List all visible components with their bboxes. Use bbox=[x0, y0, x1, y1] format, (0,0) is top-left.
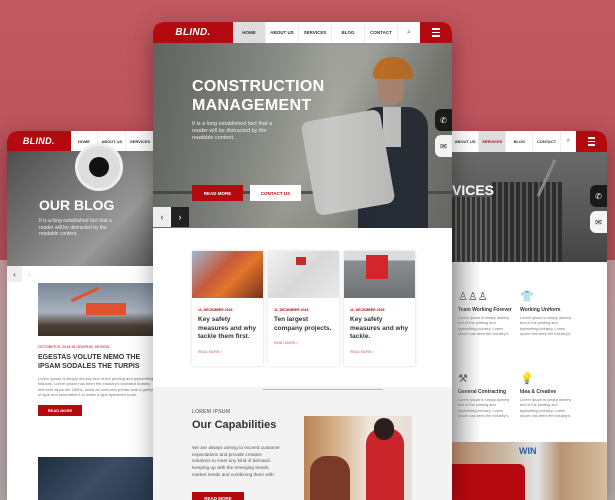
bottom-image: WIN bbox=[452, 442, 607, 500]
bearded-man bbox=[310, 456, 350, 500]
services-page-mockup: ABOUT US SERVICES BLOG CONTACT ⌕ VICES ✆… bbox=[452, 131, 607, 500]
hero-text: It is a long established fact that a rea… bbox=[192, 121, 273, 141]
excavator-arm bbox=[70, 286, 100, 303]
news-card[interactable]: 11, DECEMBER 2018 Ten largest company pr… bbox=[268, 251, 339, 366]
post-date: OCTOBER 5, 2018 IN GRAPHIC DESIGN bbox=[38, 345, 110, 349]
post-title[interactable]: EGESTAS VOLUTE NEMO THE IPSAM SODALES TH… bbox=[38, 353, 154, 371]
card-image bbox=[192, 251, 263, 298]
nav-item-blog[interactable]: BLOG bbox=[506, 131, 534, 152]
card-read-more-link[interactable]: READ MORE > bbox=[274, 341, 339, 345]
building-image bbox=[492, 182, 562, 262]
read-more-button[interactable]: READ MORE bbox=[192, 185, 243, 201]
nav-item-contact[interactable]: CONTACT bbox=[365, 22, 398, 43]
nav-item-about[interactable]: ABOUT US bbox=[266, 22, 299, 43]
blog-post: OCTOBER 5, 2018 IN GRAPHIC DESIGN EGESTA… bbox=[38, 283, 154, 417]
nav-item-contact[interactable]: CONTACT bbox=[533, 131, 561, 152]
post-image bbox=[38, 283, 154, 336]
capabilities-read-more-button[interactable]: READ MORE bbox=[192, 492, 244, 500]
capabilities-text: We are always aiming to exceed customer … bbox=[192, 445, 280, 477]
news-card[interactable]: 11, DECEMBER 2018 Key safety measures an… bbox=[192, 251, 263, 366]
woman-hair bbox=[374, 418, 394, 440]
card-image bbox=[344, 251, 415, 298]
capabilities-section: LOREM IPSUM Our Capabilities We are alwa… bbox=[153, 387, 452, 500]
slider-arrows: ‹ › bbox=[153, 207, 189, 227]
nav-item-blog[interactable]: BLOG bbox=[332, 22, 365, 43]
nav-bar: ABOUT US SERVICES BLOG CONTACT ⌕ bbox=[452, 131, 607, 152]
nav-item-home[interactable]: HOME bbox=[233, 22, 266, 43]
service-text: Lorem Ipsum is simply dummy text of the … bbox=[520, 316, 572, 336]
side-contact-tabs: ✆ ✉ bbox=[435, 109, 452, 157]
card-title[interactable]: Key safety measures and why tackle. bbox=[350, 316, 412, 342]
capabilities-title: Our Capabilities bbox=[192, 419, 277, 431]
search-icon[interactable]: ⌕ bbox=[561, 131, 576, 152]
news-cards: 11, DECEMBER 2018 Key safety measures an… bbox=[192, 251, 415, 366]
search-icon[interactable]: ⌕ bbox=[398, 22, 420, 43]
services-hero: VICES ✆ ✉ bbox=[452, 152, 607, 262]
nav-item-services[interactable]: SERVICES bbox=[299, 22, 332, 43]
hero-title: CONSTRUCTION MANAGEMENT bbox=[192, 78, 325, 114]
blueprint-line bbox=[263, 389, 383, 409]
phone-icon[interactable]: ✆ bbox=[590, 185, 607, 207]
contact-us-button[interactable]: CONTACT US bbox=[250, 185, 301, 201]
card-date: 11, DECEMBER 2018 bbox=[350, 308, 385, 312]
building-image bbox=[452, 197, 492, 262]
read-more-button[interactable]: READ MORE bbox=[38, 405, 82, 417]
team-photo bbox=[304, 416, 412, 500]
blog-hero-text: It is a long established fact that a rea… bbox=[39, 218, 112, 237]
red-block bbox=[452, 464, 525, 500]
blog-hero: OUR BLOG It is a long established fact t… bbox=[7, 143, 154, 282]
nav-item-services[interactable]: SERVICES bbox=[126, 131, 154, 151]
service-text: Lorem Ipsum is simply dummy text of the … bbox=[520, 398, 572, 418]
logo[interactable]: BLIND. bbox=[7, 131, 71, 151]
nav-bar: BLIND. HOME ABOUT US SERVICES BLOG CONTA… bbox=[153, 22, 452, 43]
next-arrow-icon[interactable]: › bbox=[22, 266, 37, 282]
card-read-more-link[interactable]: READ MORE > bbox=[198, 350, 263, 354]
hero-banner: CONSTRUCTION MANAGEMENT It is a long est… bbox=[153, 43, 452, 228]
prev-arrow-icon[interactable]: ‹ bbox=[153, 207, 171, 227]
services-hero-title: VICES bbox=[452, 182, 495, 198]
capabilities-label: LOREM IPSUM bbox=[192, 409, 231, 415]
nav-bar: BLIND. HOME ABOUT US SERVICES bbox=[7, 131, 154, 151]
excavator bbox=[86, 303, 126, 315]
blog-page-mockup: BLIND. HOME ABOUT US SERVICES OUR BLOG I… bbox=[7, 131, 154, 500]
sign-text: WIN bbox=[519, 446, 537, 456]
hamburger-icon bbox=[588, 137, 596, 146]
home-page-mockup: BLIND. HOME ABOUT US SERVICES BLOG CONTA… bbox=[153, 22, 452, 500]
slider-arrows: ‹ › bbox=[7, 266, 37, 282]
nav-item-about[interactable]: ABOUT US bbox=[452, 131, 480, 152]
service-title: Idea & Creative bbox=[520, 389, 557, 395]
logo[interactable]: BLIND. bbox=[153, 22, 233, 43]
next-arrow-icon[interactable]: › bbox=[171, 207, 189, 227]
card-title[interactable]: Key safety measures and why tackle them … bbox=[198, 316, 260, 342]
card-date: 11, DECEMBER 2018 bbox=[198, 308, 233, 312]
phone-icon[interactable]: ✆ bbox=[435, 109, 452, 131]
menu-button[interactable] bbox=[576, 131, 607, 152]
service-title: Working Uniform bbox=[520, 307, 561, 313]
mail-icon[interactable]: ✉ bbox=[590, 211, 607, 233]
nav-item-services[interactable]: SERVICES bbox=[479, 131, 507, 152]
service-item: 💡 Idea & Creative Lorem Ipsum is simply … bbox=[520, 372, 575, 419]
post-image-2 bbox=[38, 457, 154, 500]
post-excerpt: Lorem Ipsum is simply dummy text of the … bbox=[38, 376, 154, 397]
card-read-more-link[interactable]: READ MORE > bbox=[350, 350, 415, 354]
blog-hero-title: OUR BLOG bbox=[39, 197, 115, 213]
idea-icon: 💡 bbox=[520, 373, 534, 385]
coffee-cup-image bbox=[75, 143, 123, 191]
menu-button[interactable] bbox=[420, 22, 452, 43]
hamburger-icon bbox=[432, 28, 440, 37]
tshirt-icon: 👕 bbox=[520, 291, 534, 303]
service-item: 👕 Working Uniform Lorem Ipsum is simply … bbox=[520, 290, 575, 337]
card-title[interactable]: Ten largest company projects. bbox=[274, 316, 336, 333]
news-card[interactable]: 11, DECEMBER 2018 Key safety measures an… bbox=[344, 251, 415, 366]
card-image bbox=[268, 251, 339, 298]
prev-arrow-icon[interactable]: ‹ bbox=[7, 266, 22, 282]
side-contact-tabs: ✆ ✉ bbox=[590, 185, 607, 233]
card-date: 11, DECEMBER 2018 bbox=[274, 308, 309, 312]
mail-icon[interactable]: ✉ bbox=[435, 135, 452, 157]
